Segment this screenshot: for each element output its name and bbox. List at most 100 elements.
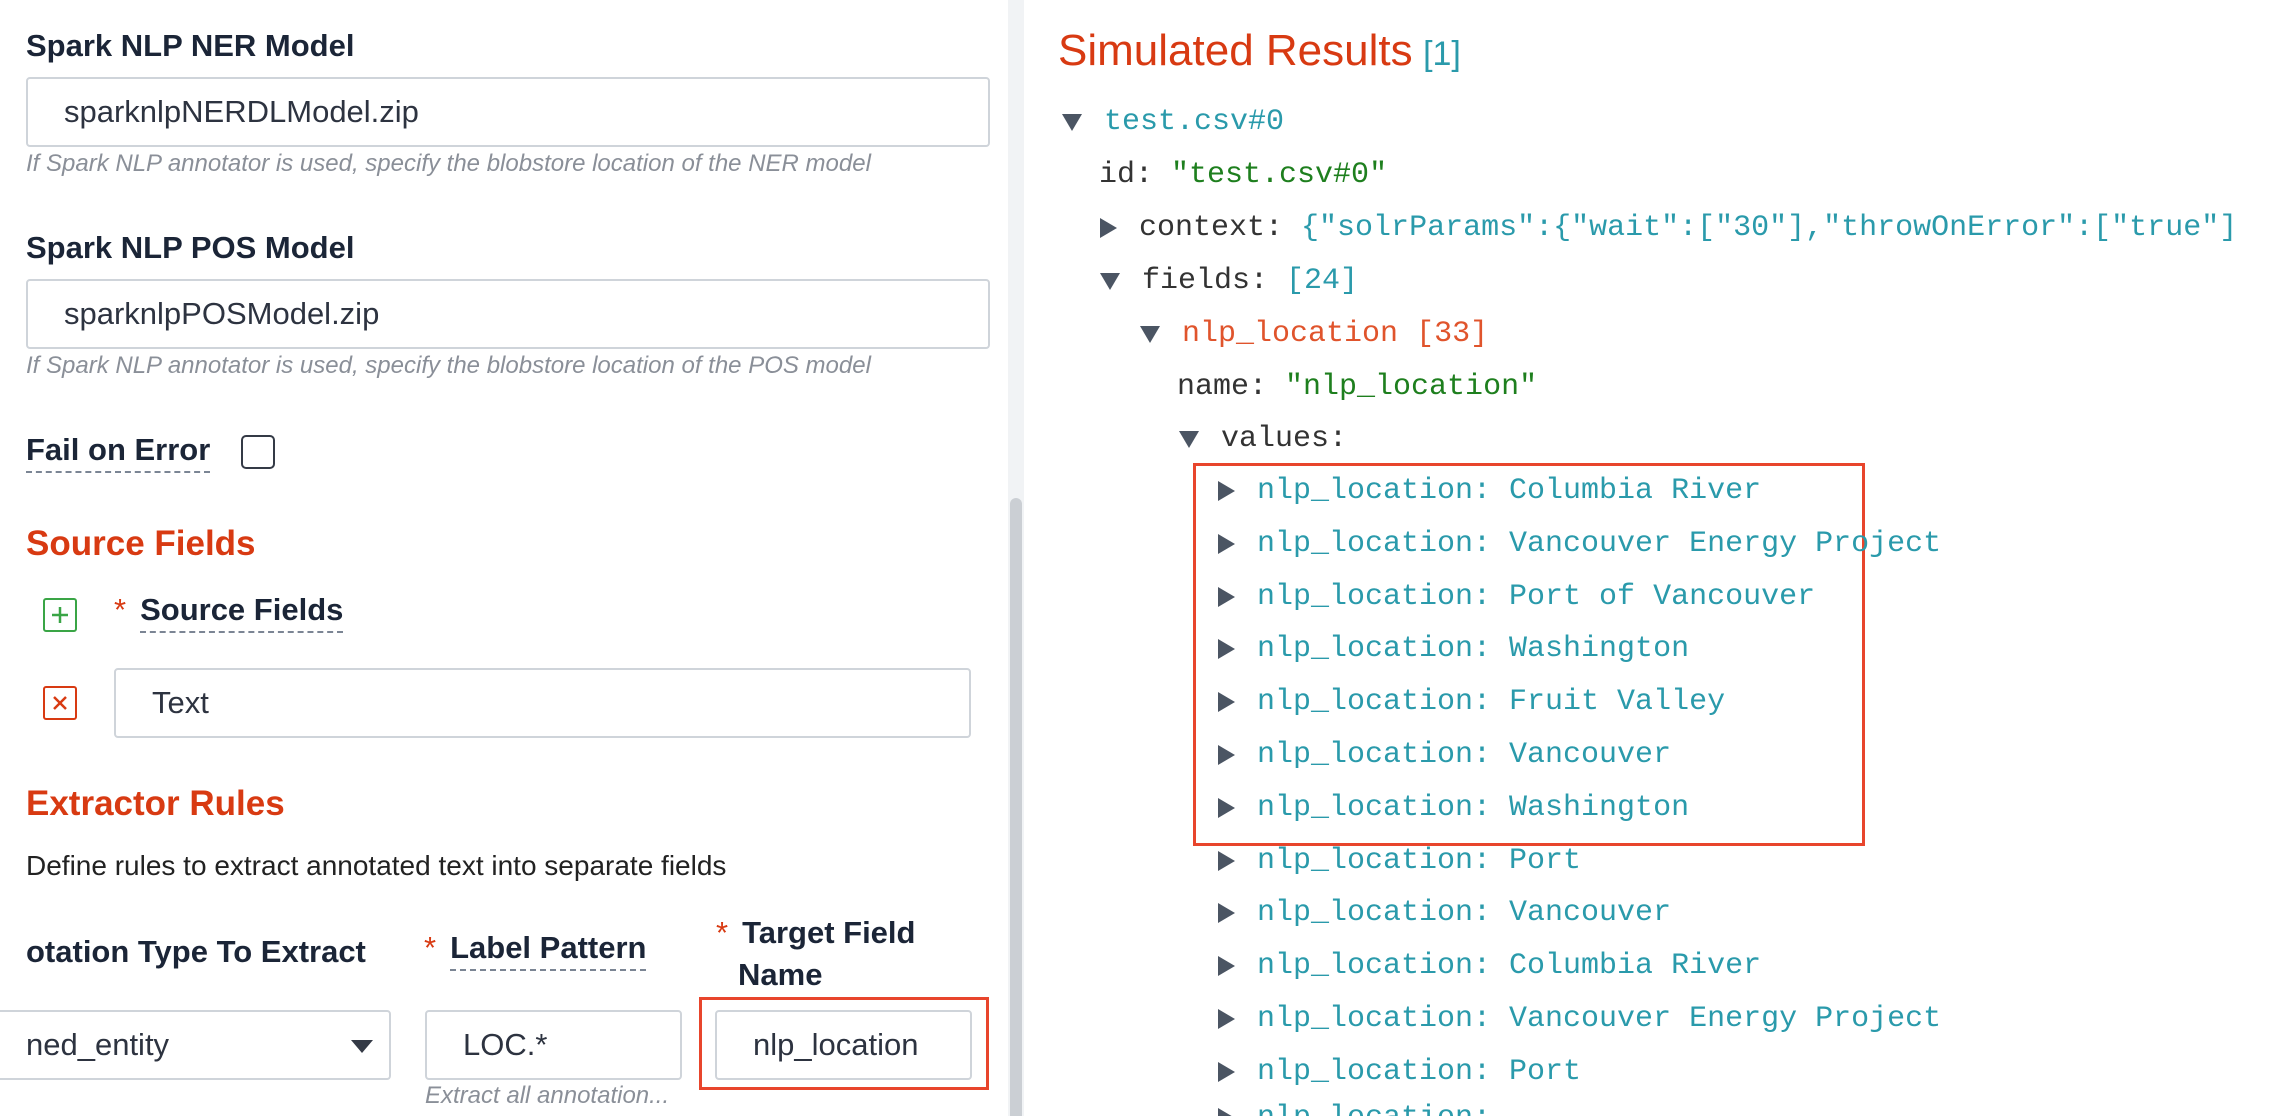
caret-right-icon <box>1218 481 1235 501</box>
document-name: test.csv#0 <box>1104 105 1285 139</box>
target-field-column-label-line1: Target Field <box>742 915 916 950</box>
remove-source-field-button[interactable] <box>43 686 77 720</box>
value-item[interactable]: nlp_location: Vancouver Energy Project <box>1218 999 1941 1039</box>
tree-node-values[interactable]: values: <box>1179 419 1347 459</box>
fields-key: fields: <box>1142 264 1269 298</box>
value-text: nlp_location: Fruit Valley <box>1257 685 1726 719</box>
caret-right-icon <box>1100 218 1117 238</box>
extractor-rules-description: Define rules to extract annotated text i… <box>26 850 727 881</box>
name-key: name: <box>1177 370 1268 404</box>
ner-model-hint: If Spark NLP annotator is used, specify … <box>26 150 871 177</box>
extractor-rules-section-title: Extractor Rules <box>26 784 285 823</box>
fields-count: [24] <box>1286 264 1359 298</box>
value-text: nlp_location: Port <box>1257 844 1582 878</box>
form-scrollbar-thumb[interactable] <box>1010 498 1022 1116</box>
caret-down-icon <box>1062 113 1082 131</box>
label-pattern-value: LOC.* <box>463 1027 548 1062</box>
tree-node-document[interactable]: test.csv#0 <box>1062 102 1284 142</box>
tree-node-fields[interactable]: fields: [24] <box>1100 261 1358 301</box>
values-key: values: <box>1221 422 1348 456</box>
target-field-value: nlp_location <box>753 1027 919 1062</box>
value-text: nlp_location: Columbia River <box>1257 949 1762 983</box>
tree-node-id: id: "test.csv#0" <box>1099 155 1387 195</box>
field-count: [33] <box>1416 317 1489 351</box>
caret-right-icon <box>1218 798 1235 818</box>
ner-model-input[interactable]: sparknlpNERDLModel.zip <box>26 77 990 147</box>
plus-icon <box>52 607 68 623</box>
source-fields-column-label: Source Fields <box>140 592 344 633</box>
fail-on-error-checkbox[interactable] <box>241 435 275 469</box>
context-value: {"solrParams":{"wait":["30"],"throwOnErr… <box>1301 211 2238 245</box>
value-item[interactable]: nlp_location: ... <box>1218 1098 1563 1116</box>
caret-right-icon <box>1218 851 1235 871</box>
context-key: context: <box>1139 211 1284 245</box>
caret-right-icon <box>1218 903 1235 923</box>
value-text: nlp_location: Vancouver Energy Project <box>1257 527 1942 561</box>
results-header: Simulated Results [1] <box>1058 26 1461 76</box>
source-fields-section-title: Source Fields <box>26 524 256 563</box>
ner-model-value: sparknlpNERDLModel.zip <box>64 94 419 129</box>
target-field-input[interactable]: nlp_location <box>715 1010 972 1080</box>
value-item[interactable]: nlp_location: Port <box>1218 1052 1581 1092</box>
value-item[interactable]: nlp_location: Port of Vancouver <box>1218 577 1815 617</box>
value-item[interactable]: nlp_location: Fruit Valley <box>1218 682 1725 722</box>
value-text: nlp_location: Vancouver <box>1257 896 1672 930</box>
tree-node-nlp-location[interactable]: nlp_location [33] <box>1140 314 1488 354</box>
tree-node-context[interactable]: context: {"solrParams":{"wait":["30"],"t… <box>1100 208 2237 248</box>
value-text: nlp_location: Port <box>1257 1055 1582 1089</box>
label-pattern-input[interactable]: LOC.* <box>425 1010 682 1080</box>
value-item[interactable]: nlp_location: Columbia River <box>1218 471 1761 511</box>
caret-right-icon <box>1218 587 1235 607</box>
caret-right-icon <box>1218 956 1235 976</box>
fail-on-error-label: Fail on Error <box>26 432 211 473</box>
label-pattern-hint: Extract all annotation... <box>425 1082 670 1109</box>
value-item[interactable]: nlp_location: Washington <box>1218 788 1689 828</box>
ner-model-label: Spark NLP NER Model <box>26 28 355 63</box>
value-item[interactable]: nlp_location: Vancouver <box>1218 893 1671 933</box>
annotation-type-column-header: otation Type To Extract <box>26 934 366 969</box>
value-text: nlp_location: Columbia River <box>1257 474 1762 508</box>
results-title: Simulated Results <box>1058 26 1413 75</box>
caret-down-icon <box>1100 272 1120 290</box>
caret-right-icon <box>1218 1062 1235 1082</box>
pos-model-label: Spark NLP POS Model <box>26 230 355 265</box>
pos-model-hint: If Spark NLP annotator is used, specify … <box>26 352 871 379</box>
add-source-field-button[interactable] <box>43 598 77 632</box>
id-key: id: <box>1099 158 1154 192</box>
caret-right-icon <box>1218 692 1235 712</box>
caret-right-icon <box>1218 534 1235 554</box>
value-item[interactable]: nlp_location: Washington <box>1218 629 1689 669</box>
tree-node-name: name: "nlp_location" <box>1177 367 1537 407</box>
target-field-column-header: * Target Field Name <box>716 912 915 996</box>
value-text: nlp_location: ... <box>1257 1101 1563 1116</box>
value-text: nlp_location: Washington <box>1257 632 1690 666</box>
fail-on-error-label-wrap: Fail on Error <box>26 432 211 473</box>
required-mark: * <box>716 915 729 950</box>
value-text: nlp_location: Vancouver <box>1257 738 1672 772</box>
caret-down-icon <box>1140 325 1160 343</box>
value-text: nlp_location: Port of Vancouver <box>1257 580 1816 614</box>
value-text: nlp_location: Washington <box>1257 791 1690 825</box>
id-value: "test.csv#0" <box>1171 158 1388 192</box>
value-text: nlp_location: Vancouver Energy Project <box>1257 1002 1942 1036</box>
label-pattern-column-label: Label Pattern <box>450 930 647 971</box>
value-item[interactable]: nlp_location: Port <box>1218 841 1581 881</box>
source-field-input[interactable]: Text <box>114 668 971 738</box>
close-icon <box>53 696 67 710</box>
pos-model-value: sparknlpPOSModel.zip <box>64 296 380 331</box>
label-pattern-column-header: * Label Pattern <box>424 930 647 971</box>
pos-model-input[interactable]: sparknlpPOSModel.zip <box>26 279 990 349</box>
value-item[interactable]: nlp_location: Columbia River <box>1218 946 1761 986</box>
annotation-type-select[interactable]: ned_entity <box>0 1010 391 1080</box>
source-field-value: Text <box>152 685 209 720</box>
value-item[interactable]: nlp_location: Vancouver Energy Project <box>1218 524 1941 564</box>
caret-right-icon <box>1218 1108 1235 1116</box>
annotation-type-value: ned_entity <box>26 1027 170 1062</box>
target-field-column-label-line2: Name <box>738 957 823 992</box>
caret-right-icon <box>1218 745 1235 765</box>
name-value: "nlp_location" <box>1285 370 1538 404</box>
simulated-results-panel: Simulated Results [1] test.csv#0 id: "te… <box>1024 0 2276 1116</box>
field-name: nlp_location <box>1182 317 1399 351</box>
value-item[interactable]: nlp_location: Vancouver <box>1218 735 1671 775</box>
caret-right-icon <box>1218 639 1235 659</box>
